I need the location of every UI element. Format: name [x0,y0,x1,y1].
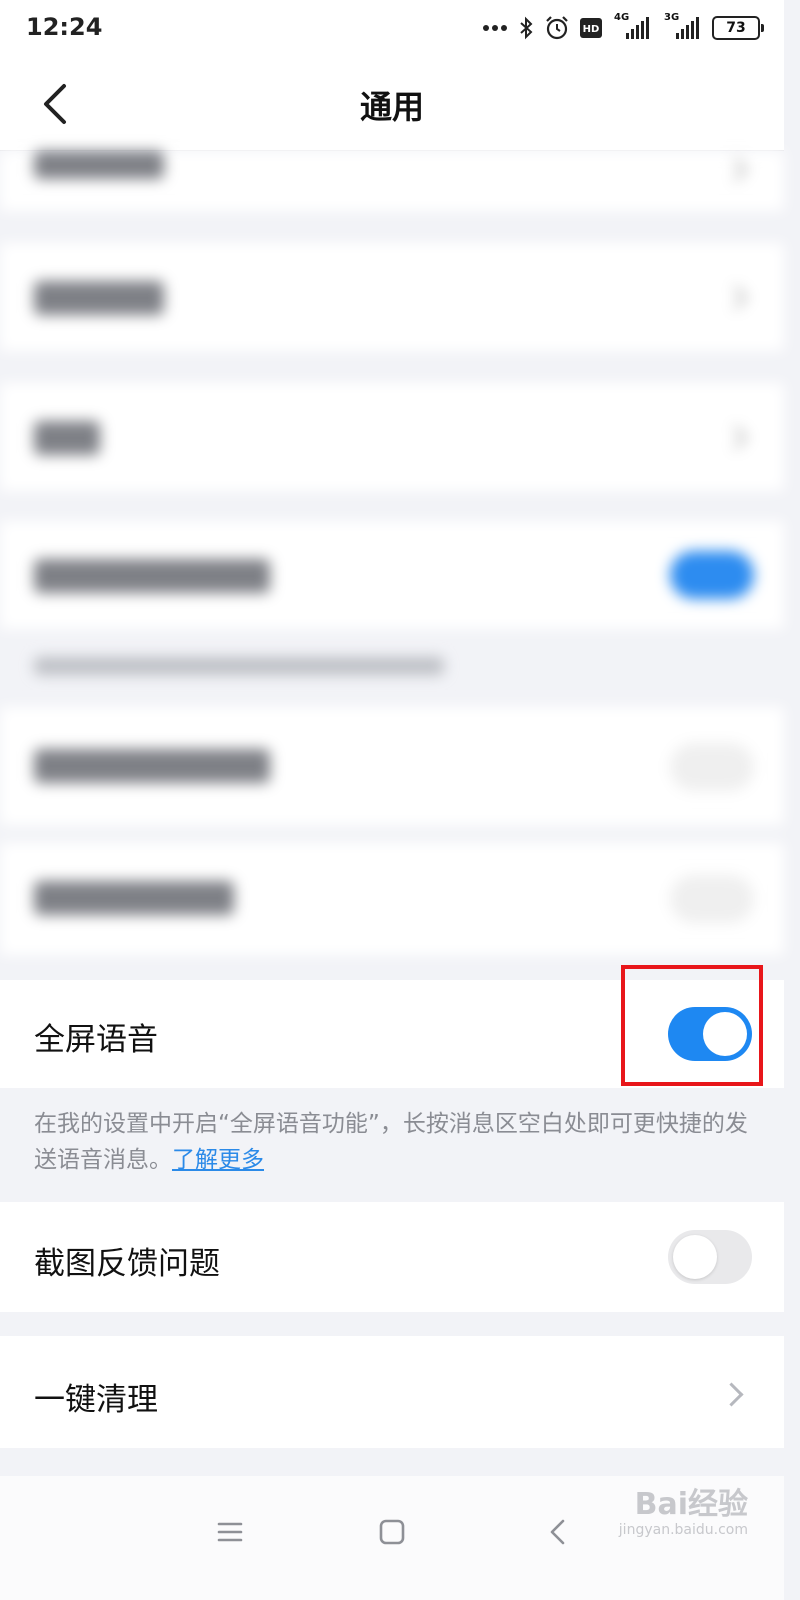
screenshot-feedback-row: 截图反馈问题 [0,1202,784,1312]
battery-icon: 73 [712,16,764,40]
page-title: 通用 [359,88,424,126]
alarm-icon [544,15,570,41]
watermark: Bai经验 jingyan.baidu.com [618,1487,748,1539]
status-bar: 12:24 HD 4G 3G 73 [0,0,784,56]
watermark-main: Bai经验 [634,1487,748,1522]
full-screen-voice-description: 在我的设置中开启“全屏语音功能”，长按消息区空白处即可更快捷的发送语音消息。了解… [34,1106,754,1178]
home-button[interactable] [364,1506,420,1562]
blurred-row [0,243,784,351]
menu-icon [216,1520,244,1548]
back-chevron-icon [546,1518,570,1550]
blurred-row [0,521,784,629]
one-click-cleanup-row[interactable]: 一键清理 [0,1336,784,1448]
blurred-row [0,383,784,491]
svg-text:HD: HD [583,24,600,35]
blurred-row [0,151,784,211]
status-icons: HD 4G 3G 73 [482,12,764,44]
hd-icon: HD [580,18,602,38]
menu-button[interactable] [202,1506,258,1562]
home-square-icon [378,1518,406,1550]
one-click-cleanup-label: 一键清理 [34,1382,158,1418]
toggle-knob [673,1235,717,1279]
back-nav-button[interactable] [530,1506,586,1562]
description-text: 在我的设置中开启“全屏语音功能”，长按消息区空白处即可更快捷的发送语音消息。 [34,1111,748,1173]
bluetooth-icon [518,16,534,40]
learn-more-link[interactable]: 了解更多 [172,1147,264,1173]
watermark-sub: jingyan.baidu.com [618,1522,748,1538]
more-dots-icon [482,24,508,32]
header: 通用 [0,56,784,151]
blurred-row [0,843,784,955]
blurred-settings-area [0,151,784,956]
blurred-row [0,707,784,825]
screenshot-feedback-toggle[interactable] [668,1230,752,1284]
screenshot-feedback-label: 截图反馈问题 [34,1246,220,1282]
signal-4g-icon: 4G [612,13,652,41]
chevron-right-icon [719,1382,744,1407]
signal-3g-icon: 3G [662,13,702,41]
status-time: 12:24 [26,13,103,41]
highlight-box [621,965,763,1086]
full-screen-voice-label: 全屏语音 [34,1022,158,1058]
